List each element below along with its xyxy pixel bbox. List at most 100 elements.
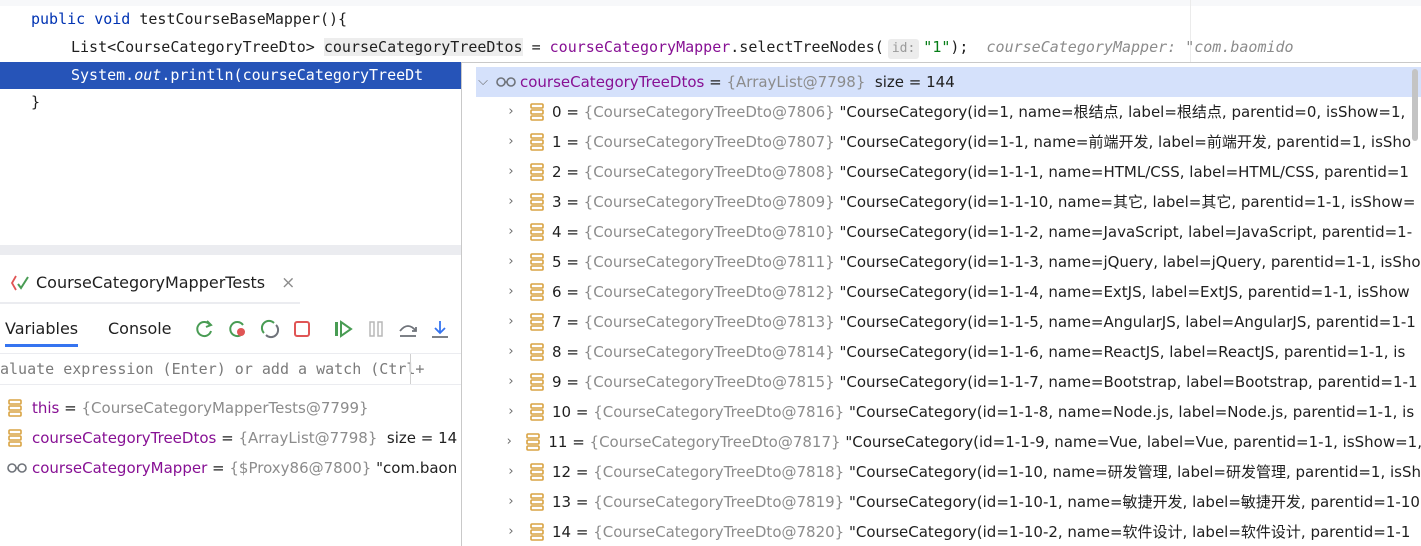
field-variable-icon — [530, 313, 544, 331]
popup-list-item[interactable]: › 4 = {CourseCategoryTreeDto@7810} "Cours… — [504, 217, 1421, 247]
chevron-right-icon[interactable]: › — [504, 307, 518, 337]
chevron-right-icon[interactable]: › — [504, 247, 518, 277]
popup-list-item[interactable]: › 14 = {CourseCategoryTreeDto@7820} "Cour… — [504, 517, 1421, 546]
chevron-right-icon[interactable]: › — [504, 217, 518, 247]
debug-value-popup[interactable]: ⌵ courseCategoryTreeDtos = {ArrayList@77… — [461, 62, 1421, 546]
field-course-category-mapper: courseCategoryMapper — [549, 38, 731, 56]
step-over-icon[interactable] — [398, 319, 418, 339]
popup-root-row[interactable]: ⌵ courseCategoryTreeDtos = {ArrayList@77… — [476, 67, 1421, 97]
code-line-select-tree-nodes[interactable]: List<CourseCategoryTreeDto> courseCatego… — [71, 34, 1294, 61]
item-eq: = — [571, 523, 594, 541]
chevron-right-icon[interactable]: › — [504, 427, 514, 457]
item-index: 4 — [552, 223, 562, 241]
item-type: {CourseCategoryTreeDto@7819} — [593, 493, 845, 511]
popup-list-item[interactable]: › 12 = {CourseCategoryTreeDto@7818} "Cour… — [504, 457, 1421, 487]
item-value: "CourseCategory(id=1-1-5, name=AngularJS… — [839, 313, 1416, 331]
system-class: System. — [71, 66, 135, 84]
step-into-icon[interactable] — [430, 319, 450, 339]
variable-row-course-category-tree-dtos[interactable]: courseCategoryTreeDtos = {ArrayList@7798… — [8, 423, 457, 453]
toggle-auto-test-icon[interactable] — [260, 319, 280, 339]
code-line-method-signature[interactable]: public void testCourseBaseMapper(){ — [31, 6, 347, 33]
junit-test-icon — [10, 275, 29, 291]
popup-root-name: courseCategoryTreeDtos — [520, 73, 705, 91]
item-index: 5 — [552, 253, 562, 271]
tab-console[interactable]: Console — [108, 311, 172, 347]
item-type: {CourseCategoryTreeDto@7814} — [583, 343, 835, 361]
evaluate-placeholder: aluate expression (Enter) or add a watch… — [0, 360, 425, 378]
item-index: 12 — [552, 463, 572, 481]
close-tab-icon[interactable]: × — [281, 272, 295, 294]
chevron-right-icon[interactable]: › — [504, 337, 518, 367]
popup-list-item[interactable]: › 8 = {CourseCategoryTreeDto@7814} "Cours… — [504, 337, 1421, 367]
variable-type: {CourseCategoryMapperTests@7799} — [81, 399, 369, 417]
popup-list-item[interactable]: › 9 = {CourseCategoryTreeDto@7815} "Cours… — [504, 367, 1421, 397]
field-variable-icon — [8, 399, 22, 417]
panel-splitter[interactable] — [0, 245, 462, 255]
variable-row-this[interactable]: this = {CourseCategoryMapperTests@7799} — [8, 393, 369, 423]
chevron-right-icon[interactable]: › — [504, 97, 518, 127]
item-value: "CourseCategory(id=1-1-4, name=ExtJS, la… — [839, 283, 1410, 301]
item-index: 3 — [552, 193, 562, 211]
rerun-icon[interactable] — [195, 319, 215, 339]
watch-glasses-icon — [7, 463, 27, 473]
chevron-right-icon[interactable]: › — [504, 277, 518, 307]
field-variable-icon — [530, 493, 544, 511]
item-eq: = — [571, 463, 594, 481]
item-value: "CourseCategory(id=1-10, name=研发管理, labe… — [849, 463, 1421, 481]
stop-icon[interactable] — [292, 319, 312, 339]
resume-program-icon[interactable] — [333, 319, 353, 339]
item-index: 0 — [552, 103, 562, 121]
item-value: "CourseCategory(id=1, name=根结点, label=根结… — [839, 103, 1406, 121]
popup-list-item[interactable]: › 13 = {CourseCategoryTreeDto@7819} "Cour… — [504, 487, 1421, 517]
variable-row-course-category-mapper[interactable]: courseCategoryMapper = {$Proxy86@7800} "… — [7, 453, 457, 483]
item-eq: = — [561, 103, 584, 121]
item-type: {CourseCategoryTreeDto@7820} — [593, 523, 845, 541]
item-value: "CourseCategory(id=1-1-3, name=jQuery, l… — [839, 253, 1421, 271]
method-declaration: testCourseBaseMapper(){ — [139, 10, 348, 28]
chevron-right-icon[interactable]: › — [504, 517, 518, 546]
chevron-right-icon[interactable]: › — [504, 157, 518, 187]
popup-list-item[interactable]: › 10 = {CourseCategoryTreeDto@7816} "Cour… — [504, 397, 1421, 427]
popup-list-item[interactable]: › 3 = {CourseCategoryTreeDto@7809} "Cours… — [504, 187, 1421, 217]
item-value: "CourseCategory(id=1-1-8, name=Node.js, … — [849, 403, 1415, 421]
run-config-tab[interactable]: CourseCategoryMapperTests × — [10, 272, 295, 294]
popup-list-item[interactable]: › 11 = {CourseCategoryTreeDto@7817} "Cour… — [504, 427, 1421, 457]
popup-list-item[interactable]: › 0 = {CourseCategoryTreeDto@7806} "Cours… — [504, 97, 1421, 127]
parameter-hint: id: — [887, 39, 920, 59]
tab-variables[interactable]: Variables — [5, 311, 79, 347]
item-value: "CourseCategory(id=1-1, name=前端开发, label… — [839, 133, 1412, 151]
debug-tool-window: CourseCategoryMapperTests × Variables Co… — [0, 245, 462, 545]
item-value: "CourseCategory(id=1-1-10, name=其它, labe… — [839, 193, 1416, 211]
chevron-right-icon[interactable]: › — [504, 367, 518, 397]
popup-list-item[interactable]: › 6 = {CourseCategoryTreeDto@7812} "Cours… — [504, 277, 1421, 307]
field-variable-icon — [530, 253, 544, 271]
item-value: "CourseCategory(id=1-1-7, name=Bootstrap… — [839, 373, 1418, 391]
item-index: 14 — [552, 523, 572, 541]
popup-list-item[interactable]: › 1 = {CourseCategoryTreeDto@7807} "Cours… — [504, 127, 1421, 157]
item-index: 6 — [552, 283, 562, 301]
rerun-failed-icon[interactable] — [228, 319, 248, 339]
variable-eq: = — [212, 459, 225, 477]
chevron-right-icon[interactable]: › — [504, 487, 518, 517]
popup-list-item[interactable]: › 7 = {CourseCategoryTreeDto@7813} "Cours… — [504, 307, 1421, 337]
code-line-println-current[interactable]: System.out.println(courseCategoryTreeDt — [30, 62, 462, 89]
pause-program-icon[interactable] — [366, 319, 386, 339]
item-type: {CourseCategoryTreeDto@7806} — [583, 103, 835, 121]
println-call: .println(courseCategoryTreeDt — [161, 66, 424, 84]
code-line-closing-brace[interactable]: } — [31, 89, 40, 116]
chevron-right-icon[interactable]: › — [504, 127, 518, 157]
item-index: 11 — [548, 433, 568, 451]
item-value: "CourseCategory(id=1-1-6, name=ReactJS, … — [839, 343, 1406, 361]
chevron-right-icon[interactable]: › — [504, 397, 518, 427]
chevron-right-icon[interactable]: › — [504, 187, 518, 217]
evaluate-expression-input[interactable]: aluate expression (Enter) or add a watch… — [0, 353, 462, 385]
item-eq: = — [561, 253, 584, 271]
chevron-down-icon[interactable]: ⌵ — [476, 67, 490, 97]
variable-eq: = — [221, 429, 234, 447]
statement-end: ); — [950, 38, 969, 56]
popup-list-item[interactable]: › 2 = {CourseCategoryTreeDto@7808} "Cours… — [504, 157, 1421, 187]
item-index: 8 — [552, 343, 562, 361]
chevron-right-icon[interactable]: › — [504, 457, 518, 487]
popup-list-item[interactable]: › 5 = {CourseCategoryTreeDto@7811} "Cours… — [504, 247, 1421, 277]
item-index: 13 — [552, 493, 572, 511]
